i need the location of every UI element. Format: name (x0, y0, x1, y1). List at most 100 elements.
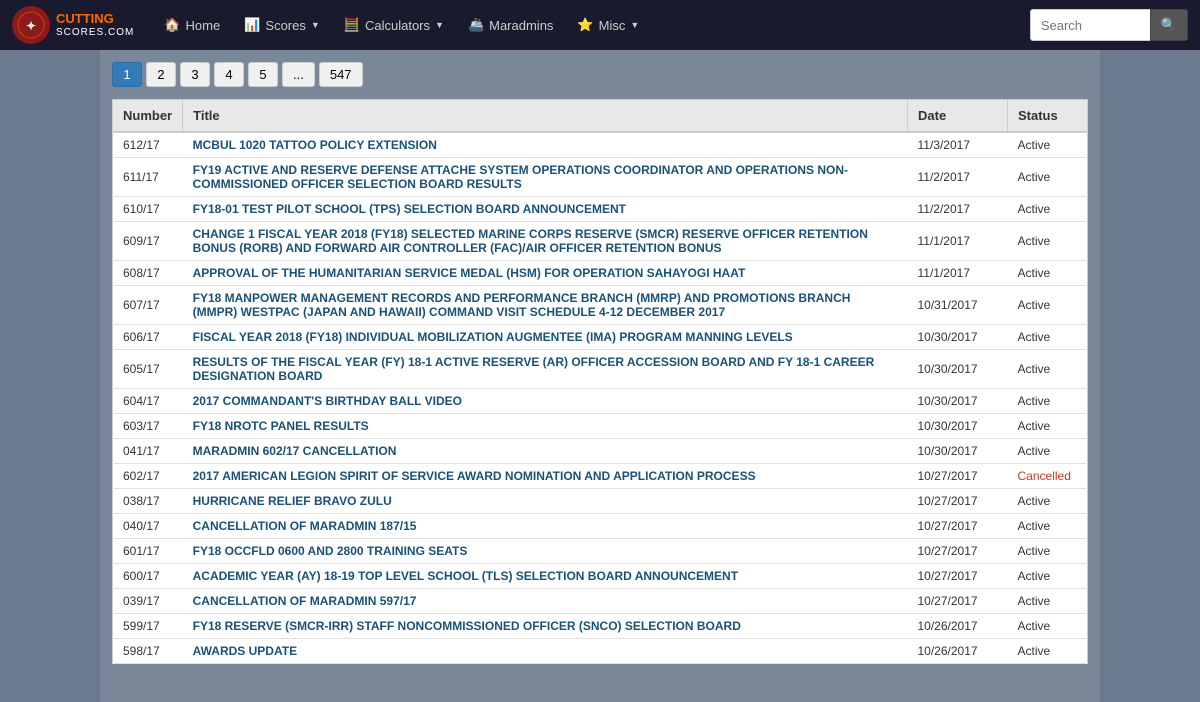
page-button-547[interactable]: 547 (319, 62, 363, 87)
brand-name: CUTTING (56, 12, 134, 26)
cell-title: FY18 OCCFLD 0600 AND 2800 TRAINING SEATS (183, 539, 908, 564)
table-row: 038/17HURRICANE RELIEF BRAVO ZULU10/27/2… (113, 489, 1088, 514)
home-button[interactable]: 🏠 Home (154, 11, 230, 39)
table-row: 604/17 2017 COMMANDANT'S BIRTHDAY BALL VI… (113, 389, 1088, 414)
cell-number: 609/17 (113, 222, 183, 261)
cell-title: FY18-01 TEST PILOT SCHOOL (TPS) SELECTIO… (183, 197, 908, 222)
maradmins-icon: 🚢 (468, 17, 484, 33)
title-link[interactable]: 2017 AMERICAN LEGION SPIRIT OF SERVICE A… (193, 469, 756, 483)
cell-title: AWARDS UPDATE (183, 639, 908, 664)
cell-title: MARADMIN 602/17 CANCELLATION (183, 439, 908, 464)
cell-date: 10/27/2017 (908, 564, 1008, 589)
title-link[interactable]: RESULTS OF THE FISCAL YEAR (FY) 18-1 ACT… (193, 355, 875, 383)
cell-date: 10/26/2017 (908, 639, 1008, 664)
title-link[interactable]: FY18 OCCFLD 0600 AND 2800 TRAINING SEATS (193, 544, 468, 558)
col-header-status: Status (1008, 100, 1088, 133)
cell-date: 11/2/2017 (908, 197, 1008, 222)
cell-number: 604/17 (113, 389, 183, 414)
cell-status: Active (1008, 325, 1088, 350)
cell-status: Active (1008, 132, 1088, 158)
brand-text: CUTTING SCORES.COM (56, 12, 134, 37)
page-button-3[interactable]: 3 (180, 62, 210, 87)
title-link[interactable]: FY18-01 TEST PILOT SCHOOL (TPS) SELECTIO… (193, 202, 626, 216)
cell-date: 10/27/2017 (908, 514, 1008, 539)
cell-date: 10/26/2017 (908, 614, 1008, 639)
title-link[interactable]: 2017 COMMANDANT'S BIRTHDAY BALL VIDEO (193, 394, 462, 408)
cell-number: 603/17 (113, 414, 183, 439)
scores-icon: 📊 (244, 17, 260, 33)
title-link[interactable]: HURRICANE RELIEF BRAVO ZULU (193, 494, 392, 508)
cell-status: Active (1008, 222, 1088, 261)
cell-title: FISCAL YEAR 2018 (FY18) INDIVIDUAL MOBIL… (183, 325, 908, 350)
page-button-4[interactable]: 4 (214, 62, 244, 87)
calculators-icon: 🧮 (344, 17, 360, 33)
cell-number: 605/17 (113, 350, 183, 389)
table-row: 039/17CANCELLATION OF MARADMIN 597/1710/… (113, 589, 1088, 614)
cell-title: HURRICANE RELIEF BRAVO ZULU (183, 489, 908, 514)
table-row: 611/17 FY19 ACTIVE AND RESERVE DEFENSE AT… (113, 158, 1088, 197)
misc-button[interactable]: ⭐ Misc ▼ (567, 11, 649, 39)
cell-title: 2017 AMERICAN LEGION SPIRIT OF SERVICE A… (183, 464, 908, 489)
cell-status: Active (1008, 350, 1088, 389)
table-row: 612/17 MCBUL 1020 TATTOO POLICY EXTENSION… (113, 132, 1088, 158)
data-table: Number Title Date Status 612/17MCBUL 102… (112, 99, 1088, 664)
page-button-2[interactable]: 2 (146, 62, 176, 87)
cell-status: Cancelled (1008, 464, 1088, 489)
search-input[interactable] (1030, 9, 1150, 41)
cell-number: 039/17 (113, 589, 183, 614)
cell-number: 598/17 (113, 639, 183, 664)
calculators-button[interactable]: 🧮 Calculators ▼ (334, 11, 454, 39)
title-link[interactable]: FY18 RESERVE (SMCR-IRR) STAFF NONCOMMISS… (193, 619, 741, 633)
title-link[interactable]: CHANGE 1 FISCAL YEAR 2018 (FY18) SELECTE… (193, 227, 868, 255)
cell-number: 601/17 (113, 539, 183, 564)
cell-status: Active (1008, 158, 1088, 197)
cell-number: 607/17 (113, 286, 183, 325)
table-row: 607/17 FY18 MANPOWER MANAGEMENT RECORDS A… (113, 286, 1088, 325)
cell-status: Active (1008, 389, 1088, 414)
cell-status: Active (1008, 539, 1088, 564)
title-link[interactable]: FY18 NROTC PANEL RESULTS (193, 419, 369, 433)
title-link[interactable]: ACADEMIC YEAR (AY) 18-19 TOP LEVEL SCHOO… (193, 569, 738, 583)
page-button-5[interactable]: 5 (248, 62, 278, 87)
scores-button[interactable]: 📊 Scores ▼ (234, 11, 330, 39)
table-row: 605/17 RESULTS OF THE FISCAL YEAR (FY) 18… (113, 350, 1088, 389)
cell-date: 10/30/2017 (908, 350, 1008, 389)
cell-date: 11/1/2017 (908, 222, 1008, 261)
home-icon: 🏠 (164, 17, 180, 33)
cell-title: 2017 COMMANDANT'S BIRTHDAY BALL VIDEO (183, 389, 908, 414)
col-header-date: Date (908, 100, 1008, 133)
page-button-1[interactable]: 1 (112, 62, 142, 87)
cell-status: Active (1008, 261, 1088, 286)
scores-caret-icon: ▼ (311, 20, 320, 30)
cell-number: 599/17 (113, 614, 183, 639)
cell-status: Active (1008, 614, 1088, 639)
page-button-...[interactable]: ... (282, 62, 315, 87)
table-body: 612/17 MCBUL 1020 TATTOO POLICY EXTENSION… (113, 132, 1088, 664)
cell-number: 611/17 (113, 158, 183, 197)
cell-date: 10/30/2017 (908, 389, 1008, 414)
title-link[interactable]: CANCELLATION OF MARADMIN 597/17 (193, 594, 417, 608)
title-link[interactable]: FY18 MANPOWER MANAGEMENT RECORDS AND PER… (193, 291, 851, 319)
search-button[interactable]: 🔍 (1150, 9, 1188, 41)
maradmins-button[interactable]: 🚢 Maradmins (458, 11, 563, 39)
brand-logo[interactable]: ✦ CUTTING SCORES.COM (12, 6, 134, 44)
cell-title: FY18 NROTC PANEL RESULTS (183, 414, 908, 439)
cell-date: 10/31/2017 (908, 286, 1008, 325)
title-link[interactable]: FISCAL YEAR 2018 (FY18) INDIVIDUAL MOBIL… (193, 330, 793, 344)
title-link[interactable]: CANCELLATION OF MARADMIN 187/15 (193, 519, 417, 533)
cell-number: 612/17 (113, 132, 183, 158)
table-row: 602/172017 AMERICAN LEGION SPIRIT OF SER… (113, 464, 1088, 489)
title-link[interactable]: MARADMIN 602/17 CANCELLATION (193, 444, 397, 458)
cell-date: 10/30/2017 (908, 439, 1008, 464)
cell-number: 040/17 (113, 514, 183, 539)
title-link[interactable]: APPROVAL OF THE HUMANITARIAN SERVICE MED… (193, 266, 746, 280)
title-link[interactable]: FY19 ACTIVE AND RESERVE DEFENSE ATTACHE … (193, 163, 848, 191)
cell-title: CHANGE 1 FISCAL YEAR 2018 (FY18) SELECTE… (183, 222, 908, 261)
cell-status: Active (1008, 589, 1088, 614)
cell-number: 608/17 (113, 261, 183, 286)
title-link[interactable]: MCBUL 1020 TATTOO POLICY EXTENSION (193, 138, 437, 152)
cell-date: 10/27/2017 (908, 464, 1008, 489)
maradmins-label: Maradmins (489, 18, 553, 33)
table-row: 606/17FISCAL YEAR 2018 (FY18) INDIVIDUAL… (113, 325, 1088, 350)
title-link[interactable]: AWARDS UPDATE (193, 644, 297, 658)
